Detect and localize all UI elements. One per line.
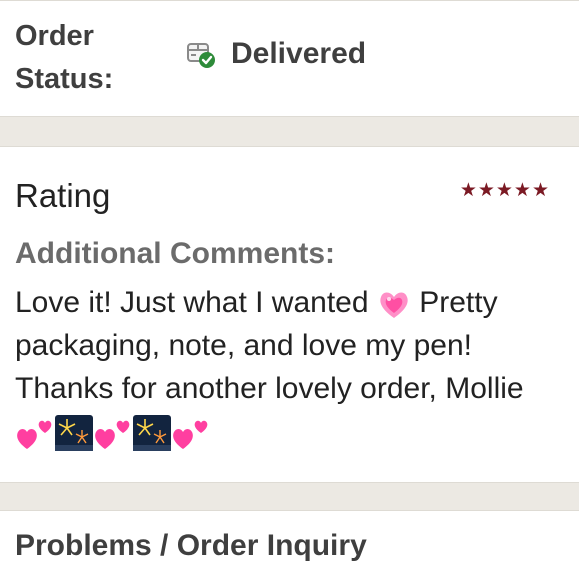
package-delivered-icon [185, 38, 217, 70]
order-status-label: Order Status: [15, 20, 114, 95]
order-status-text: Delivered [231, 37, 367, 70]
two-hearts-icon [15, 415, 55, 451]
problems-inquiry-card[interactable]: Problems / Order Inquiry [0, 510, 579, 580]
comment-text: Love it! Just what I wanted Pretty packa… [15, 281, 570, 453]
problems-inquiry-title[interactable]: Problems / Order Inquiry [15, 529, 367, 563]
additional-comments-label: Additional Comments: [15, 237, 335, 270]
order-status-card: Order Status: Delivered [0, 0, 579, 117]
two-hearts-icon [93, 415, 133, 451]
order-detail-page: Order Status: Delivered Rating ★★★★★ Add… [0, 0, 579, 580]
order-status-value: Delivered [185, 37, 366, 71]
star-rating: ★★★★★ [459, 180, 550, 201]
fireworks-icon [55, 415, 93, 452]
two-hearts-icon [171, 415, 211, 451]
fireworks-icon [133, 415, 171, 452]
sparkling-heart-icon [377, 288, 411, 320]
comment-text-part1: Love it! Just what I wanted [15, 286, 369, 319]
rating-title: Rating [15, 177, 111, 214]
rating-card: Rating ★★★★★ Additional Comments: Love i… [0, 146, 579, 483]
